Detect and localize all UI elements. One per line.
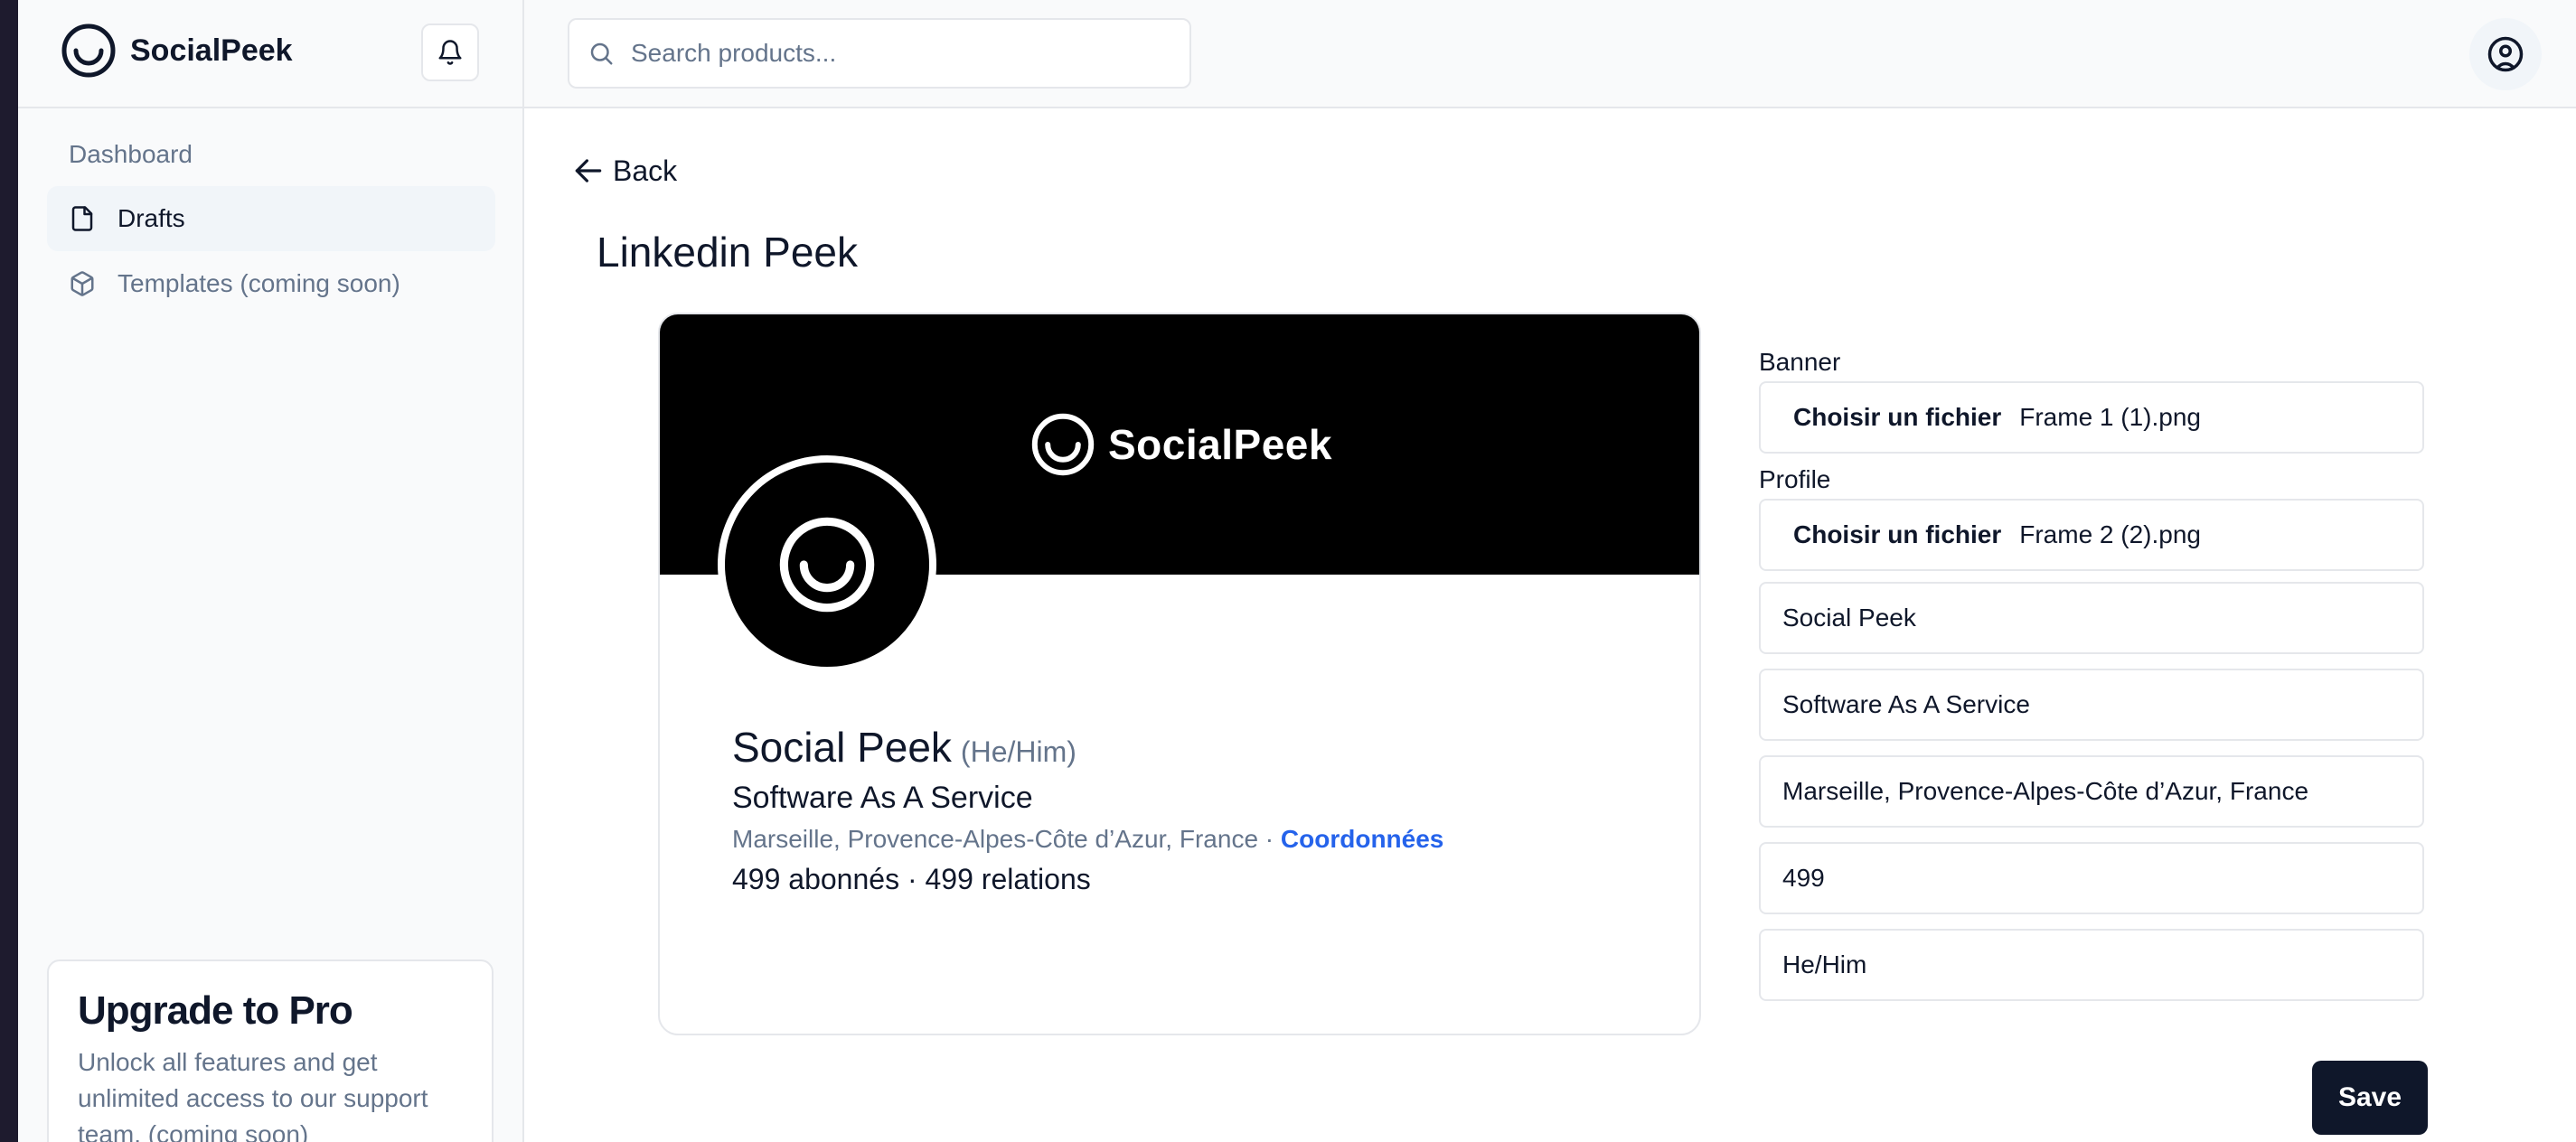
followers-field[interactable]: 499 <box>1759 842 2424 914</box>
location-field[interactable]: Marseille, Provence-Alpes-Côte d’Azur, F… <box>1759 755 2424 828</box>
banner-file-name: Frame 1 (1).png <box>2019 403 2201 431</box>
window-edge <box>0 0 18 1142</box>
profile-label: Profile <box>1759 465 1831 493</box>
contact-info-link[interactable]: Coordonnées <box>1281 825 1443 853</box>
bell-icon <box>438 40 462 65</box>
profile-file-name: Frame 2 (2).png <box>2019 520 2201 548</box>
profile-location: Marseille, Provence-Alpes-Côte d’Azur, F… <box>732 825 1443 854</box>
main-content: Back Linkedin Peek SocialPeek Social Pee… <box>524 110 2576 1142</box>
topbar <box>524 0 2576 108</box>
page-title: Linkedin Peek <box>597 229 858 276</box>
banner-file-input[interactable]: Choisir un fichier Frame 1 (1).png <box>1759 381 2424 454</box>
pronouns-field[interactable]: He/Him <box>1759 929 2424 1001</box>
notifications-button[interactable] <box>421 23 479 81</box>
linkedin-preview-card: SocialPeek Social Peek (He/Him) Software… <box>658 313 1701 1035</box>
sidebar: SocialPeek Dashboard Drafts Templates (c… <box>18 0 524 1142</box>
brand-name: SocialPeek <box>130 33 293 68</box>
profile-file-input[interactable]: Choisir un fichier Frame 2 (2).png <box>1759 499 2424 571</box>
package-icon <box>71 271 94 296</box>
back-link[interactable]: Back <box>571 154 677 188</box>
upgrade-title: Upgrade to Pro <box>78 988 353 1033</box>
profile-info: Social Peek (He/Him) Software As A Servi… <box>732 723 1443 896</box>
sidebar-nav: Dashboard Drafts Templates (coming soon) <box>47 136 495 316</box>
sidebar-item-label: Drafts <box>118 204 185 232</box>
banner-choose-file-button[interactable]: Choisir un fichier <box>1793 403 2001 432</box>
headline-field[interactable]: Software As A Service <box>1759 669 2424 741</box>
search-input[interactable] <box>631 39 1173 68</box>
sidebar-item-drafts[interactable]: Drafts <box>47 186 495 251</box>
upgrade-card[interactable]: Upgrade to Pro Unlock all features and g… <box>47 959 494 1142</box>
search-box[interactable] <box>568 18 1191 89</box>
sidebar-item-templates[interactable]: Templates (coming soon) <box>47 251 495 316</box>
profile-choose-file-button[interactable]: Choisir un fichier <box>1793 520 2001 549</box>
save-button[interactable]: Save <box>2312 1061 2428 1135</box>
sidebar-header: SocialPeek <box>18 0 522 108</box>
sidebar-item-label: Templates (coming soon) <box>118 269 400 297</box>
profile-headline: Software As A Service <box>732 781 1033 815</box>
search-icon <box>590 42 613 65</box>
user-menu-button[interactable] <box>2469 18 2542 90</box>
socialpeek-logo-icon <box>1031 413 1095 476</box>
profile-form: Banner Choisir un fichier Frame 1 (1).pn… <box>1759 347 2428 1016</box>
profile-stats: 499 abonnés · 499 relations <box>732 863 1091 895</box>
banner-brand-name: SocialPeek <box>1108 421 1332 468</box>
user-circle-icon <box>2487 36 2524 72</box>
socialpeek-logo-icon <box>61 23 116 78</box>
location-separator: · <box>1258 825 1281 853</box>
profile-avatar <box>718 455 936 674</box>
profile-pronouns: (He/Him) <box>960 735 1076 768</box>
arrow-left-icon <box>575 159 602 183</box>
profile-name: Social Peek <box>732 724 952 771</box>
banner-label: Banner <box>1759 348 1841 376</box>
back-label: Back <box>613 154 678 187</box>
socialpeek-logo-icon <box>779 517 875 613</box>
location-text: Marseille, Provence-Alpes-Côte d’Azur, F… <box>732 825 1259 853</box>
banner-brand: SocialPeek <box>1030 412 1332 477</box>
brand[interactable]: SocialPeek <box>61 23 293 78</box>
profile-name-line: Social Peek (He/Him) <box>732 723 1443 772</box>
nav-section-title: Dashboard <box>69 140 193 168</box>
file-icon <box>71 206 93 231</box>
upgrade-text: Unlock all features and get unlimited ac… <box>78 1048 428 1142</box>
name-field[interactable]: Social Peek <box>1759 582 2424 654</box>
